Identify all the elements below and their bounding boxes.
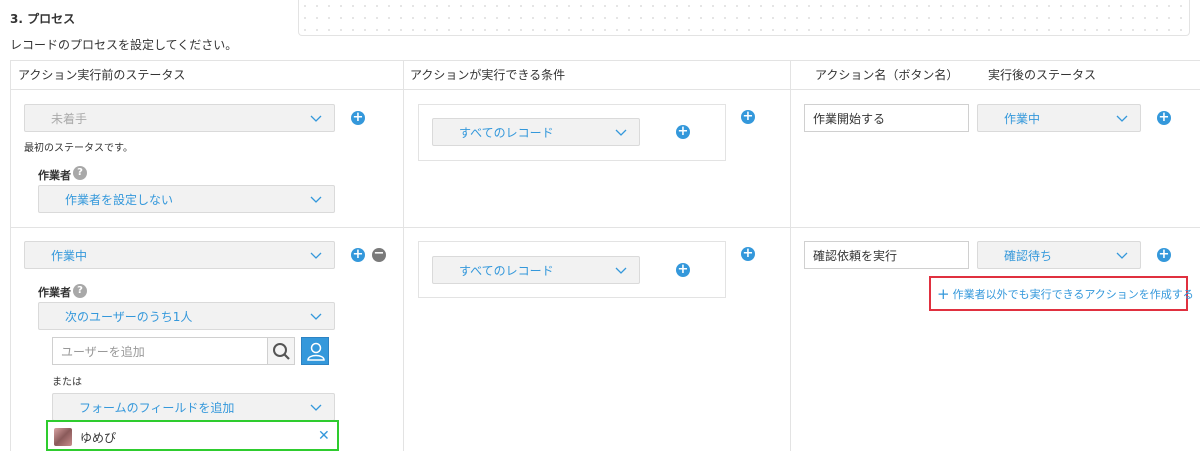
section-title: 3. プロセス <box>10 12 76 26</box>
assignee-label-2: 作業者 <box>38 286 71 299</box>
condition-select-2[interactable]: すべてのレコード <box>432 256 640 284</box>
section-description: レコードのプロセスを設定してください。 <box>10 38 238 52</box>
status-select-2-value: 作業中 <box>51 248 88 263</box>
add-status-button[interactable]: + <box>351 111 365 125</box>
action-name-input-2-value: 確認依頼を実行 <box>813 248 898 263</box>
assignee-select-1-value: 作業者を設定しない <box>65 192 174 207</box>
assignee-select-2[interactable]: 次のユーザーのうち1人 <box>38 302 335 330</box>
add-action-button[interactable]: + <box>1157 248 1171 262</box>
status-select-1-value: 未着手 <box>51 111 88 126</box>
row-divider <box>10 227 1200 228</box>
status-select-1: 未着手 <box>24 104 335 132</box>
assignee-label-1: 作業者 <box>38 169 71 182</box>
column-divider-1 <box>403 60 404 451</box>
chevron-down-icon <box>310 313 322 320</box>
next-status-select-1[interactable]: 作業中 <box>977 104 1141 132</box>
remove-user-icon[interactable]: ✕ <box>318 428 330 444</box>
header-status-before: アクション実行前のステータス <box>18 68 186 82</box>
user-search-placeholder: ユーザーを追加 <box>61 344 145 359</box>
chevron-down-icon <box>615 267 627 274</box>
drop-area-panel <box>298 0 1190 36</box>
column-divider-dashed <box>790 89 791 451</box>
next-status-select-2-value: 確認待ち <box>1004 248 1053 263</box>
header-action-name: アクション名（ボタン名） <box>815 68 959 82</box>
form-field-select-value: フォームのフィールドを追加 <box>79 400 235 415</box>
assignee-select-1[interactable]: 作業者を設定しない <box>38 185 335 213</box>
form-field-select[interactable]: フォームのフィールドを追加 <box>52 393 335 421</box>
condition-select-1[interactable]: すべてのレコード <box>432 118 640 146</box>
assignee-select-2-value: 次のユーザーのうち1人 <box>65 309 193 324</box>
or-label: または <box>52 377 82 388</box>
search-button[interactable] <box>267 337 295 365</box>
status-select-2[interactable]: 作業中 <box>24 241 335 269</box>
action-name-input-1[interactable]: 作業開始する <box>804 104 969 132</box>
help-icon[interactable]: ? <box>73 284 87 298</box>
chevron-down-icon <box>310 404 322 411</box>
chevron-down-icon <box>1116 115 1128 122</box>
next-status-select-1-value: 作業中 <box>1004 111 1041 126</box>
add-action-button[interactable]: + <box>1157 111 1171 125</box>
user-icon <box>307 342 325 361</box>
avatar <box>54 428 72 446</box>
create-other-action-link[interactable]: + 作業者以外でも実行できるアクションを作成する <box>937 286 1194 302</box>
chevron-down-icon <box>310 196 322 203</box>
add-condition-button[interactable]: + <box>676 125 690 139</box>
help-icon[interactable]: ? <box>73 166 87 180</box>
chevron-down-icon <box>310 115 322 122</box>
condition-select-2-value: すべてのレコード <box>459 263 554 278</box>
condition-select-1-value: すべてのレコード <box>459 125 554 140</box>
chevron-down-icon <box>310 252 322 259</box>
add-condition-group-button[interactable]: + <box>741 247 755 261</box>
action-name-input-1-value: 作業開始する <box>813 111 886 126</box>
user-search-input[interactable]: ユーザーを追加 <box>52 337 268 365</box>
next-status-select-2[interactable]: 確認待ち <box>977 241 1141 269</box>
header-status-after: 実行後のステータス <box>988 68 1097 82</box>
user-select-button[interactable] <box>301 337 329 365</box>
first-status-note: 最初のステータスです。 <box>24 143 133 154</box>
chevron-down-icon <box>615 129 627 136</box>
header-condition: アクションが実行できる条件 <box>410 68 566 82</box>
add-status-button[interactable]: + <box>351 248 365 262</box>
action-name-input-2[interactable]: 確認依頼を実行 <box>804 241 969 269</box>
chevron-down-icon <box>1116 252 1128 259</box>
remove-status-button[interactable]: − <box>372 247 386 262</box>
create-other-action-label: 作業者以外でも実行できるアクションを作成する <box>952 288 1194 301</box>
plus-icon: + <box>937 285 950 303</box>
add-condition-group-button[interactable]: + <box>741 110 755 124</box>
search-icon <box>273 343 290 360</box>
assigned-user-name: ゆめぴ <box>80 431 117 445</box>
header-divider <box>10 89 1200 90</box>
add-condition-button[interactable]: + <box>676 263 690 277</box>
